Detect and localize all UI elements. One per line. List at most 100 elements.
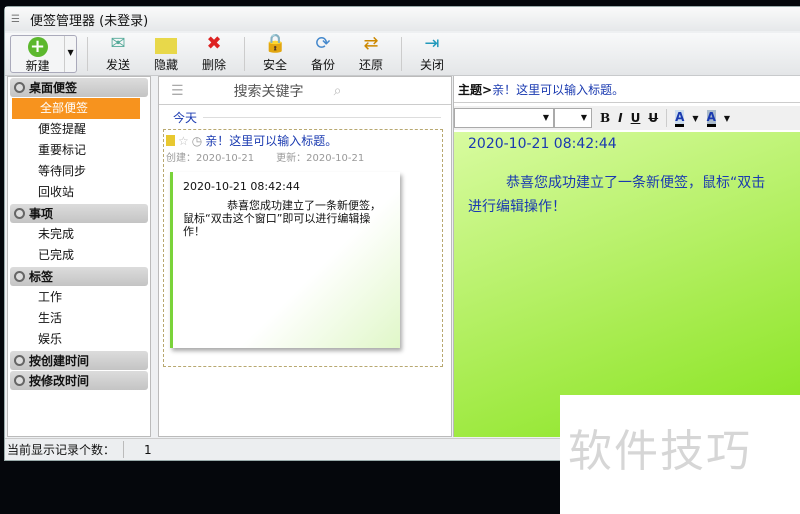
restore-button[interactable]: ⇄ 还原 <box>347 34 395 75</box>
created-label: 创建： <box>166 153 196 164</box>
section-by-created[interactable]: 按创建时间 <box>10 351 148 370</box>
divider <box>244 37 245 71</box>
search-input[interactable]: 搜索关键字 <box>234 81 304 101</box>
dropdown-icon[interactable]: ▼ <box>692 114 698 123</box>
delete-label: 删除 <box>201 58 226 72</box>
new-label: 新建 <box>25 59 50 73</box>
font-color-label: A <box>675 109 685 124</box>
note-timestamp: 2020-10-21 08:42:44 <box>183 180 300 193</box>
note-editor[interactable]: 2020-10-21 08:42:44 恭喜您成功建立了一条新便签，鼠标“双击 … <box>454 132 800 437</box>
divider <box>87 37 88 71</box>
search-icon[interactable]: ⌕ <box>334 83 342 99</box>
note-preview[interactable]: 2020-10-21 08:42:44 恭喜您成功建立了一条新便签，鼠标“双击这… <box>170 172 400 348</box>
editor-body-line2: 进行编辑操作！ <box>468 199 566 215</box>
sidebar-item-reminders[interactable]: 便签提醒 <box>10 119 148 140</box>
toolbar: + 新建 ▼ ✉ 发送 隐藏 ✖ 删除 🔒 安全 ⟳ 备份 ⇄ 还原 ⇥ 关闭 <box>5 33 800 76</box>
note-list-panel: ☰ 搜索关键字 ⌕ 今天 ☆ ◷ 亲！这里可以输入标题。 创建：2020-10-… <box>158 76 452 437</box>
dropdown-icon[interactable]: ▼ <box>724 114 730 123</box>
new-button[interactable]: + 新建 ▼ <box>10 35 77 73</box>
underline-button[interactable]: U <box>631 111 641 125</box>
subject-input[interactable]: 亲！这里可以输入标题。 <box>492 81 624 98</box>
title-bar: ☰ 便签管理器 (未登录) <box>5 7 800 31</box>
security-label: 安全 <box>262 58 287 72</box>
section-by-modified[interactable]: 按修改时间 <box>10 371 148 390</box>
group-today: 今天 <box>159 105 451 126</box>
updated-date: 2020-10-21 <box>306 153 365 164</box>
clock-icon[interactable]: ◷ <box>192 134 202 148</box>
font-color-button[interactable]: A <box>675 109 685 127</box>
security-button[interactable]: 🔒 安全 <box>251 34 299 75</box>
expand-icon <box>14 355 25 366</box>
sidebar-item-incomplete[interactable]: 未完成 <box>10 224 148 245</box>
format-toolbar: ▼ ▼ B I U U A ▼ A ▼ <box>454 106 800 130</box>
note-color-icon[interactable] <box>166 135 175 146</box>
star-icon[interactable]: ☆ <box>178 134 189 148</box>
close-label: 关闭 <box>419 58 444 72</box>
sidebar-item-entertainment[interactable]: 娱乐 <box>10 329 148 350</box>
close-button[interactable]: ⇥ 关闭 <box>408 34 456 75</box>
expand-icon <box>14 375 25 386</box>
plus-icon: + <box>27 37 48 57</box>
editor-panel: 主题> 亲！这里可以输入标题。 ▼ ▼ B I U U A ▼ A ▼ 2020-10… <box>453 76 800 437</box>
section-tags[interactable]: 标签 <box>10 267 148 286</box>
hide-label: 隐藏 <box>153 58 178 72</box>
section-label: 桌面便签 <box>29 81 78 95</box>
highlight-label: A <box>706 109 716 124</box>
note-header: ☆ ◷ 亲！这里可以输入标题。 <box>164 130 442 149</box>
new-dropdown-icon[interactable]: ▼ <box>64 36 76 72</box>
editor-timestamp: 2020-10-21 08:42:44 <box>468 136 617 152</box>
sidebar-item-complete[interactable]: 已完成 <box>10 245 148 266</box>
section-desktop-notes[interactable]: 桌面便签 <box>10 78 148 97</box>
restore-label: 还原 <box>358 58 383 72</box>
section-tasks[interactable]: 事项 <box>10 204 148 223</box>
watermark: 软件技巧 <box>560 395 800 514</box>
sidebar-item-work[interactable]: 工作 <box>10 287 148 308</box>
bold-button[interactable]: B <box>600 111 610 125</box>
divider <box>666 109 668 127</box>
send-button[interactable]: ✉ 发送 <box>94 34 142 75</box>
window-title: 便签管理器 (未登录) <box>29 13 149 29</box>
divider <box>401 37 402 71</box>
app-window: ☰ 便签管理器 (未登录) + 新建 ▼ ✉ 发送 隐藏 ✖ 删除 🔒 安全 ⟳ 备份 ⇄ 还… <box>4 6 800 461</box>
subject-bar: 主题> 亲！这里可以输入标题。 <box>454 76 800 103</box>
subject-label: 主题> <box>458 82 493 97</box>
send-label: 发送 <box>105 58 130 72</box>
sidebar-item-recycle-bin[interactable]: 回收站 <box>10 182 148 203</box>
backup-label: 备份 <box>310 58 335 72</box>
section-label: 标签 <box>29 270 54 284</box>
search-bar[interactable]: ☰ 搜索关键字 ⌕ <box>159 77 451 105</box>
delete-icon: ✖ <box>206 33 222 54</box>
font-size-select[interactable]: ▼ <box>554 108 592 128</box>
delete-button[interactable]: ✖ 删除 <box>190 34 238 75</box>
italic-button[interactable]: I <box>618 111 622 125</box>
status-label: 当前显示记录个数： <box>5 441 125 458</box>
sidebar: 桌面便签 全部便签 便签提醒 重要标记 等待同步 回收站 事项 未完成 已完成 … <box>7 76 151 437</box>
note-dates: 创建：2020-10-21 更新：2020-10-21 <box>164 149 442 164</box>
note-card[interactable]: ☆ ◷ 亲！这里可以输入标题。 创建：2020-10-21 更新：2020-10-… <box>163 129 443 367</box>
note-body: 恭喜您成功建立了一条新便签，鼠标“双击这个窗口”即可以进行编辑操作！ <box>183 199 381 238</box>
group-label: 今天 <box>173 111 198 125</box>
sidebar-item-all-notes[interactable]: 全部便签 <box>12 98 140 119</box>
sidebar-item-life[interactable]: 生活 <box>10 308 148 329</box>
backup-button[interactable]: ⟳ 备份 <box>299 34 347 75</box>
collapse-icon <box>14 208 25 219</box>
exit-icon: ⇥ <box>424 33 440 54</box>
font-family-select[interactable]: ▼ <box>454 108 554 128</box>
hide-button[interactable]: 隐藏 <box>142 38 190 75</box>
backup-icon: ⟳ <box>315 33 331 54</box>
sidebar-item-important[interactable]: 重要标记 <box>10 140 148 161</box>
section-label: 事项 <box>29 207 54 221</box>
note-icon <box>155 38 177 54</box>
menu-icon[interactable]: ☰ <box>11 14 20 25</box>
list-view-icon[interactable]: ☰ <box>171 83 184 99</box>
created-date: 2020-10-21 <box>196 153 255 164</box>
note-title: 亲！这里可以输入标题。 <box>205 134 338 148</box>
collapse-icon <box>14 82 25 93</box>
record-count: 1 <box>144 442 152 457</box>
collapse-icon <box>14 271 25 282</box>
sidebar-item-pending-sync[interactable]: 等待同步 <box>10 161 148 182</box>
highlight-button[interactable]: A <box>706 109 716 127</box>
section-label: 按修改时间 <box>29 374 90 388</box>
strikethrough-button[interactable]: U <box>648 111 658 125</box>
envelope-icon: ✉ <box>110 33 126 54</box>
